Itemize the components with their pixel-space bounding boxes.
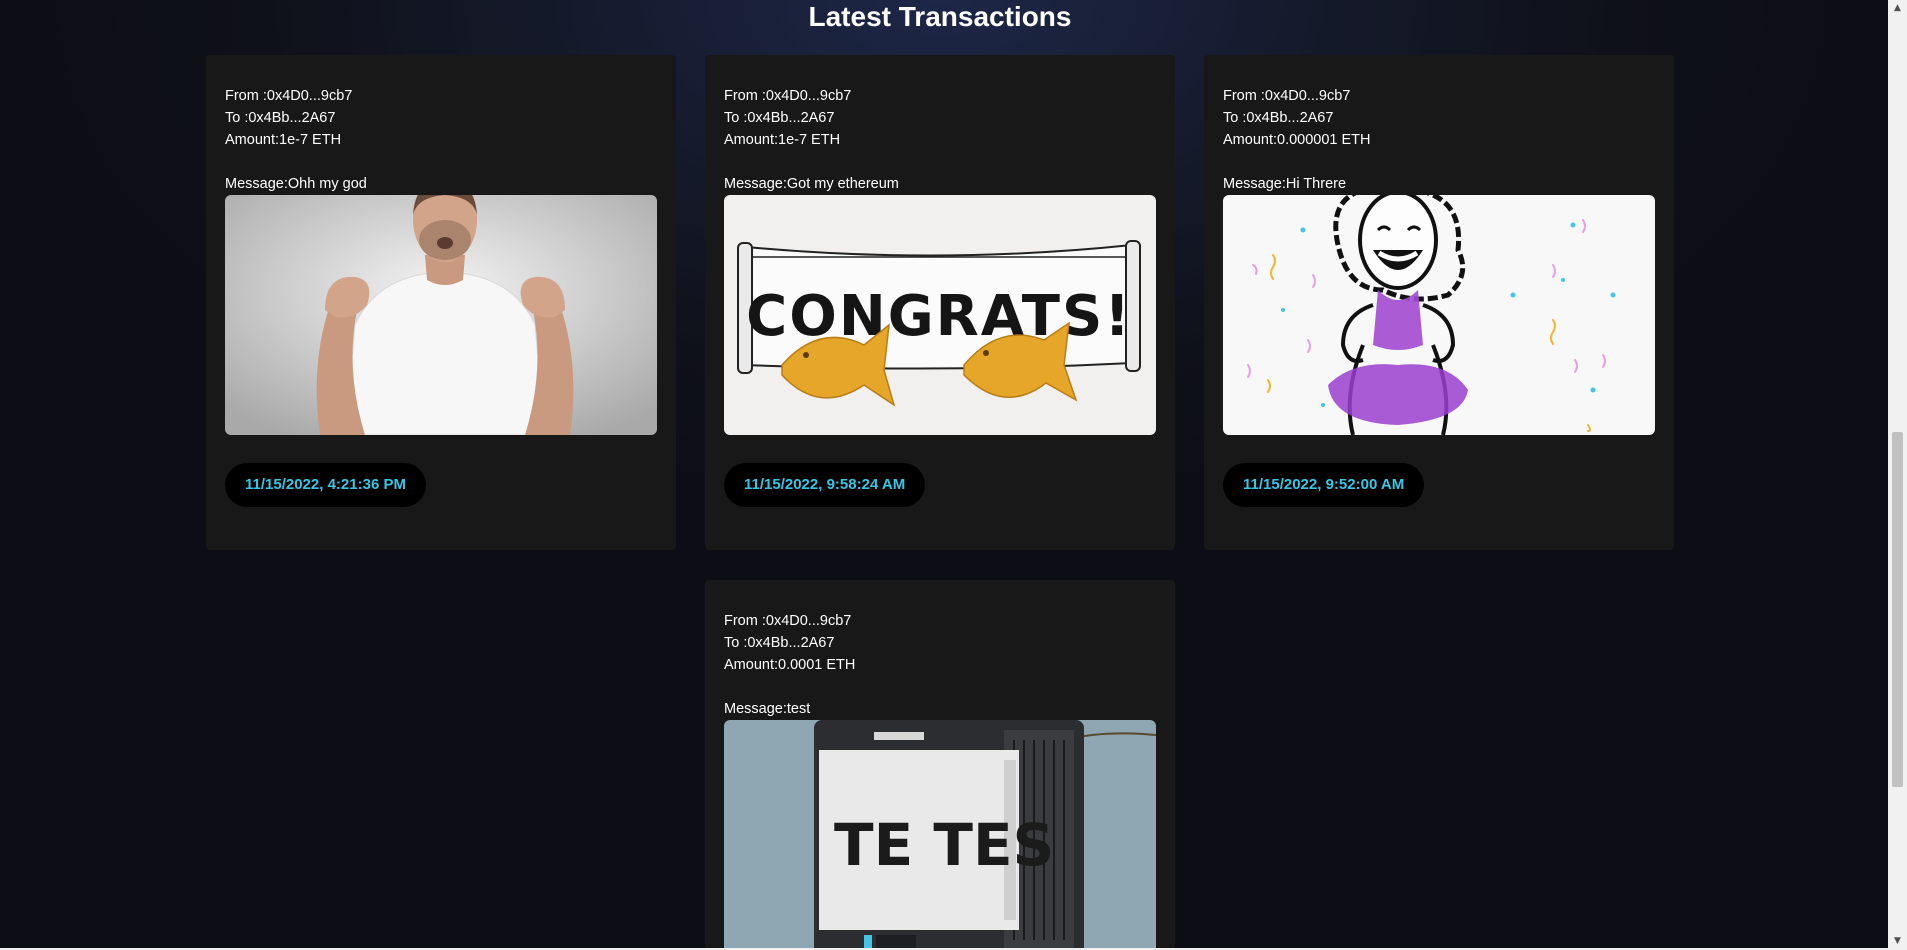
to-address: To :0x4Bb...2A67	[225, 110, 336, 126]
transaction-card: From :0x4D0...9cb7 To :0x4Bb...2A67 Amou…	[206, 55, 676, 550]
amount: Amount:0.000001 ETH	[1223, 132, 1371, 148]
congrats-banner-gif: CONGRATS!	[724, 195, 1156, 435]
from-address: From :0x4D0...9cb7	[1223, 88, 1351, 104]
amount: Amount:0.0001 ETH	[724, 657, 856, 673]
amount: Amount:1e-7 ETH	[225, 132, 342, 148]
printer-test-gif: TE TES	[724, 720, 1156, 950]
vertical-scrollbar[interactable]: ▲ ▼	[1888, 0, 1907, 950]
to-address: To :0x4Bb...2A67	[724, 110, 835, 126]
to-address: To :0x4Bb...2A67	[1223, 110, 1334, 126]
scroll-up-arrow-icon[interactable]: ▲	[1888, 0, 1907, 17]
page-title: Latest Transactions	[808, 1, 1072, 32]
transaction-card: From :0x4D0...9cb7 To :0x4Bb...2A67 Amou…	[1204, 55, 1674, 550]
scrollbar-thumb[interactable]	[1892, 432, 1903, 787]
to-address: To :0x4Bb...2A67	[724, 635, 835, 651]
message: Message:Got my ethereum	[724, 176, 899, 192]
message: Message:Hi Threre	[1223, 176, 1347, 192]
transaction-card: From :0x4D0...9cb7 To :0x4Bb...2A67 Amou…	[705, 55, 1175, 550]
transaction-card: From :0x4D0...9cb7 To :0x4Bb...2A67 Amou…	[705, 580, 1175, 950]
scroll-down-arrow-icon[interactable]: ▼	[1888, 933, 1907, 950]
from-address: From :0x4D0...9cb7	[724, 88, 852, 104]
from-address: From :0x4D0...9cb7	[724, 613, 852, 629]
timestamp-badge: 11/15/2022, 9:52:00 AM	[1223, 463, 1425, 507]
man-reaction-gif	[225, 195, 657, 435]
celebrating-girl-gif	[1223, 195, 1655, 435]
timestamp-badge: 11/15/2022, 9:58:24 AM	[724, 463, 926, 507]
amount: Amount:1e-7 ETH	[724, 132, 841, 148]
from-address: From :0x4D0...9cb7	[225, 88, 353, 104]
page: Latest Transactions From :0x4D0...9cb7 T…	[0, 0, 1888, 950]
message: Message:test	[724, 701, 811, 717]
congrats-text: CONGRATS!	[746, 284, 1132, 349]
timestamp-badge: 11/15/2022, 4:21:36 PM	[225, 463, 426, 507]
message: Message:Ohh my god	[225, 176, 367, 192]
printed-test-text: TE TES	[834, 811, 1054, 879]
